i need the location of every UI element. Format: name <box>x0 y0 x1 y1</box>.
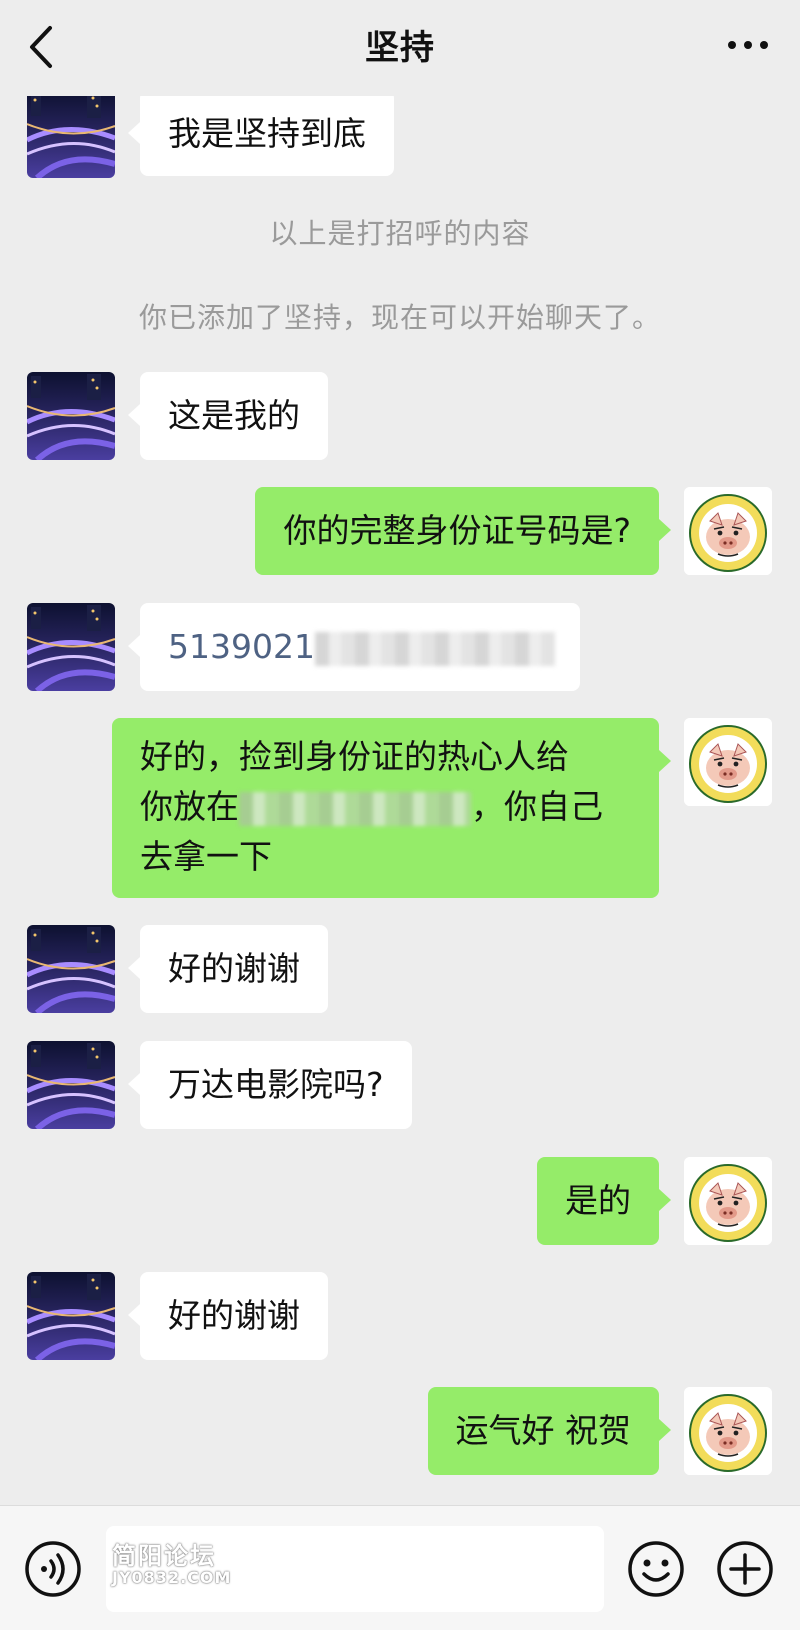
incoming-message[interactable]: 我是坚持到底 <box>128 90 394 176</box>
message-text: 好的谢谢 <box>168 949 300 988</box>
message-text: 好的谢谢 <box>168 1296 300 1335</box>
emoji-button[interactable] <box>627 1540 685 1598</box>
contact-avatar[interactable] <box>27 1272 115 1360</box>
more-functions-button[interactable] <box>716 1540 774 1598</box>
contact-avatar[interactable] <box>27 603 115 691</box>
incoming-message[interactable]: 万达电影院吗? <box>128 1041 412 1129</box>
voice-button[interactable] <box>24 1540 82 1598</box>
system-notice: 你已添加了坚持，现在可以开始聊天了。 <box>138 301 661 334</box>
message-text: 这是我的 <box>168 396 300 435</box>
contact-avatar[interactable] <box>27 1041 115 1129</box>
outgoing-message[interactable]: 你的完整身份证号码是? <box>255 487 671 575</box>
my-avatar[interactable] <box>684 1387 772 1475</box>
message-text: 我是坚持到底 <box>168 114 366 153</box>
input-toolbar: 简阳论坛 JY0832.COM <box>0 1505 800 1630</box>
chat-header: 坚持 <box>0 0 800 96</box>
chat-title: 坚持 <box>365 28 435 68</box>
message-text: 运气好 祝贺 <box>455 1411 632 1450</box>
incoming-message[interactable]: 5139021 <box>128 603 580 691</box>
system-notice: 以上是打招呼的内容 <box>269 217 531 250</box>
contact-avatar[interactable] <box>27 925 115 1013</box>
incoming-message[interactable]: 这是我的 <box>128 372 328 460</box>
watermark-title: 简阳论坛 <box>112 1542 216 1570</box>
contact-avatar[interactable] <box>27 90 115 178</box>
message-line: 去拿一下 <box>140 837 272 876</box>
message-text: 你的完整身份证号码是? <box>283 511 631 550</box>
redaction-mosaic <box>314 631 555 666</box>
contact-avatar[interactable] <box>27 372 115 460</box>
message-line: 好的，捡到身份证的热心人给 <box>140 737 569 776</box>
incoming-message[interactable]: 好的谢谢 <box>128 1272 328 1360</box>
watermark-url: JY0832.COM <box>112 1568 232 1587</box>
redaction-mosaic <box>239 791 471 826</box>
outgoing-message[interactable]: 运气好 祝贺 <box>427 1387 671 1475</box>
outgoing-message[interactable]: 是的 <box>537 1157 671 1245</box>
my-avatar[interactable] <box>684 487 772 575</box>
more-dots-icon <box>728 41 768 49</box>
incoming-message[interactable]: 好的谢谢 <box>128 925 328 1013</box>
emoji-icon <box>628 1541 684 1597</box>
my-avatar[interactable] <box>684 718 772 806</box>
message-line: 你放在 ，你自己 <box>140 787 603 826</box>
message-input[interactable]: 简阳论坛 JY0832.COM <box>106 1526 604 1612</box>
plus-circle-icon <box>717 1541 773 1597</box>
my-avatar[interactable] <box>684 1157 772 1245</box>
id-number-text: 5139021 <box>168 627 315 666</box>
voice-icon <box>25 1541 81 1597</box>
message-text: 是的 <box>565 1181 631 1220</box>
message-text: 万达电影院吗? <box>168 1065 384 1104</box>
more-button[interactable] <box>724 30 772 60</box>
chat-area[interactable]: 我是坚持到底 以上是打招呼的内容 你已添加了坚持，现在可以开始聊天了。 这是我的… <box>0 0 800 1505</box>
outgoing-message[interactable]: 好的，捡到身份证的热心人给 你放在 ，你自己 去拿一下 <box>112 718 671 898</box>
